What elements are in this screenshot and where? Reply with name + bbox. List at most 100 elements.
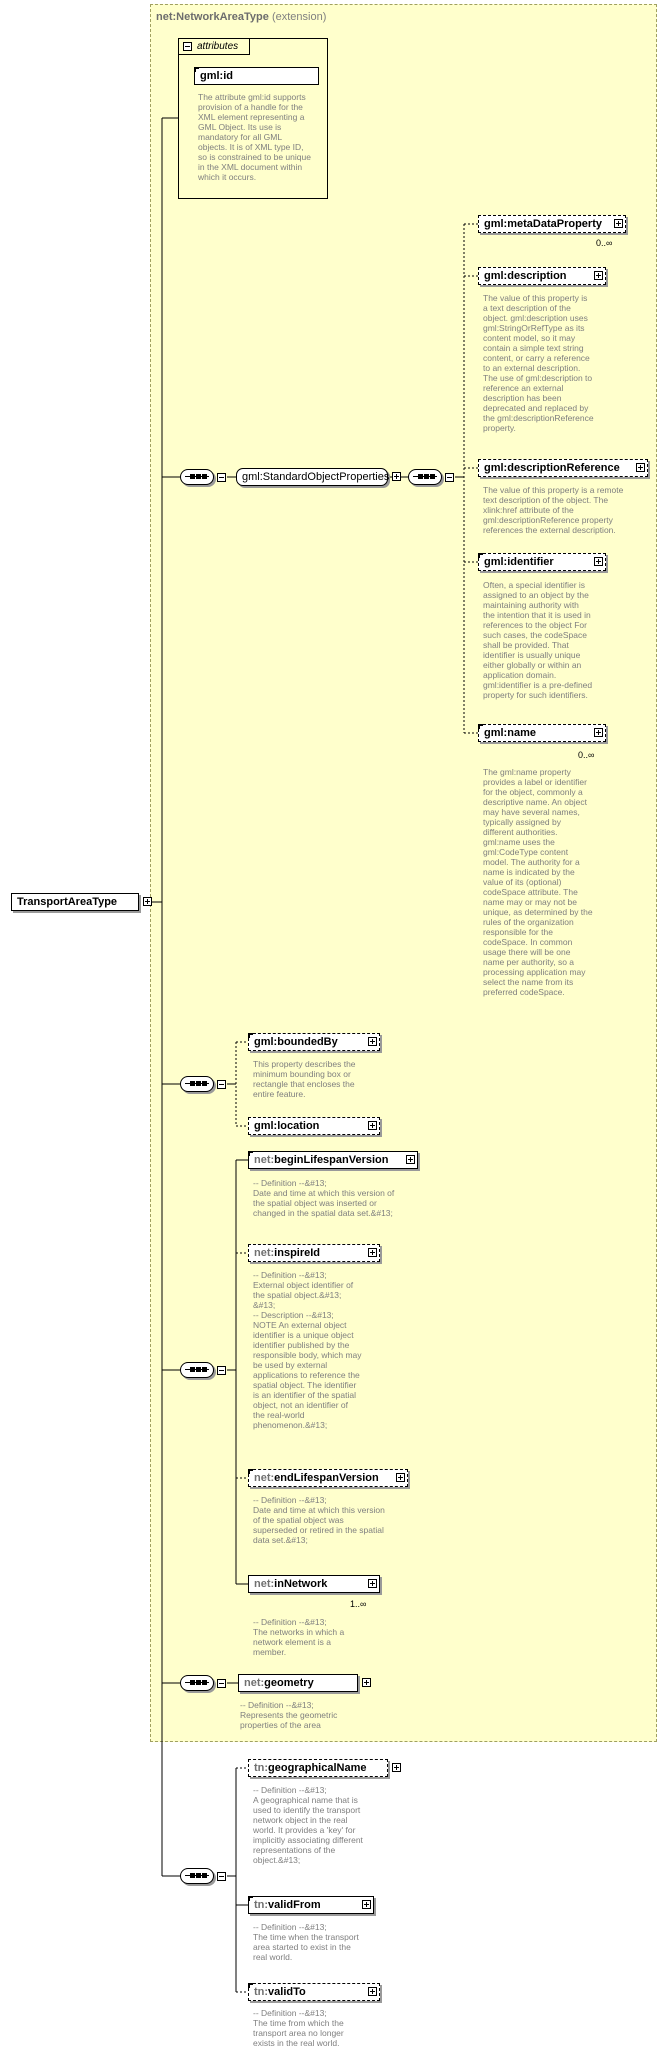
element-name: validTo (268, 1986, 306, 1998)
element-description-text: -- Definition --&#13; A geographical nam… (253, 1785, 363, 1865)
element-description-text: -- Definition --&#13; The time from whic… (253, 2008, 344, 2048)
element-prefix: gml: (484, 727, 508, 739)
collapse-icon[interactable] (217, 1366, 226, 1375)
collapse-icon[interactable] (392, 472, 401, 481)
element-description-text: -- Definition --&#13; The time when the … (253, 1922, 359, 1962)
multiplicity-label: 0..∞ (578, 750, 595, 760)
element-description-text: The value of this property is a remote t… (483, 485, 624, 535)
element-name[interactable]: gml:name (478, 724, 606, 742)
expand-icon[interactable] (406, 1155, 415, 1164)
element-validto[interactable]: tn:validTo (248, 1983, 380, 2001)
attribute-name: id (223, 70, 234, 82)
element-prefix: net: (254, 1247, 275, 1259)
element-name: geometry (264, 1677, 314, 1689)
element-prefix: gml: (484, 270, 508, 282)
element-location[interactable]: gml:location (248, 1117, 380, 1135)
element-geometry[interactable]: net:geometry (238, 1674, 371, 1692)
expand-icon[interactable] (368, 1579, 377, 1588)
element-prefix: gml: (484, 462, 508, 474)
element-name: name (507, 727, 536, 739)
element-name: geographicalName (268, 1762, 367, 1774)
element-marker-icon (478, 724, 483, 729)
expand-icon[interactable] (392, 1763, 401, 1772)
element-description-text: -- Definition --&#13; The networks in wh… (253, 1617, 345, 1657)
attribute-gml-id[interactable]: gml:id (194, 67, 319, 85)
expand-icon[interactable] (396, 1473, 405, 1482)
element-inspireid[interactable]: net:inspireId (248, 1244, 380, 1262)
element-description-text: -- Definition --&#13; Date and time at w… (253, 1495, 385, 1545)
sequence-compositor[interactable] (180, 469, 226, 485)
element-name: metaDataProperty (507, 218, 602, 230)
expand-icon[interactable] (368, 1121, 377, 1130)
element-marker-icon (248, 1896, 253, 1901)
extension-title: net:NetworkAreaType (extension) (156, 11, 327, 23)
element-endlifespanversion[interactable]: net:endLifespanVersion (248, 1469, 408, 1487)
expand-icon[interactable] (614, 219, 623, 228)
element-name: description (507, 270, 567, 282)
element-name: descriptionReference (507, 462, 620, 474)
attribute-prefix: gml: (200, 70, 224, 82)
multiplicity-label: 1..∞ (350, 1599, 367, 1609)
element-prefix: net: (244, 1677, 265, 1689)
element-description-text: This property describes the minimum boun… (253, 1059, 356, 1099)
element-description-text: The value of this property is a text des… (483, 293, 594, 433)
element-beginlifespanversion[interactable]: net:beginLifespanVersion (248, 1151, 418, 1169)
attributes-tab-label: attributes (197, 41, 239, 52)
element-description-text: -- Definition --&#13; Date and time at w… (253, 1178, 395, 1218)
collapse-icon[interactable] (445, 473, 454, 482)
element-description[interactable]: gml:description (478, 267, 606, 285)
element-prefix: tn: (254, 1986, 269, 1998)
group-name: StandardObjectProperties (262, 471, 390, 483)
element-marker-icon (248, 1469, 253, 1474)
group-prefix: gml: (242, 471, 263, 483)
sequence-compositor[interactable] (180, 1868, 226, 1884)
choice-compositor[interactable] (408, 469, 454, 485)
element-description-text: Often, a special identifier is assigned … (483, 580, 593, 700)
collapse-icon[interactable] (217, 1872, 226, 1881)
expand-icon[interactable] (594, 728, 603, 737)
element-metadataproperty[interactable]: gml:metaDataProperty (478, 215, 626, 233)
sequence-compositor[interactable] (180, 1362, 226, 1378)
expand-icon[interactable] (362, 1900, 371, 1909)
element-name: inspireId (274, 1247, 321, 1259)
element-innetwork[interactable]: net:inNetwork (248, 1575, 380, 1593)
element-prefix: gml: (254, 1036, 278, 1048)
expand-icon[interactable] (594, 271, 603, 280)
element-name: identifier (507, 556, 554, 568)
element-identifier[interactable]: gml:identifier (478, 553, 606, 571)
choice-compositor[interactable] (180, 1076, 226, 1092)
expand-icon[interactable] (594, 557, 603, 566)
element-marker-icon (478, 553, 483, 558)
sequence-compositor[interactable] (180, 1675, 226, 1691)
expand-icon[interactable] (636, 463, 645, 472)
element-description-text: -- Definition --&#13; External object id… (253, 1270, 362, 1430)
minus-icon[interactable] (183, 42, 192, 51)
element-prefix: gml: (254, 1120, 278, 1132)
element-name: location (277, 1120, 320, 1132)
element-validfrom[interactable]: tn:validFrom (248, 1896, 374, 1914)
expand-icon[interactable] (368, 1037, 377, 1046)
element-descriptionreference[interactable]: gml:descriptionReference (478, 459, 648, 477)
collapse-icon[interactable] (217, 1080, 226, 1089)
multiplicity-label: 0..∞ (596, 238, 613, 248)
collapse-icon[interactable] (217, 473, 226, 482)
element-prefix: tn: (254, 1899, 269, 1911)
element-name: endLifespanVersion (274, 1472, 379, 1484)
element-name: beginLifespanVersion (274, 1154, 389, 1166)
element-boundedby[interactable]: gml:boundedBy (248, 1033, 380, 1051)
element-prefix: net: (254, 1154, 275, 1166)
element-prefix: net: (254, 1472, 275, 1484)
expand-icon[interactable] (368, 1987, 377, 1996)
element-geographicalname[interactable]: tn:geographicalName (248, 1759, 401, 1777)
collapse-icon[interactable] (143, 897, 152, 906)
group-standard-object-properties[interactable]: gml:StandardObjectProperties (236, 468, 401, 486)
element-marker-icon (248, 1151, 253, 1156)
attribute-description: The attribute gml:id supports provision … (198, 92, 311, 182)
expand-icon[interactable] (368, 1248, 377, 1257)
expand-icon[interactable] (362, 1678, 371, 1687)
element-description-text: -- Definition --&#13; Represents the geo… (240, 1700, 338, 1730)
root-element-box[interactable]: TransportAreaType (11, 893, 152, 911)
collapse-icon[interactable] (217, 1679, 226, 1688)
attributes-tab[interactable]: attributes (178, 38, 250, 55)
element-prefix: gml: (484, 556, 508, 568)
